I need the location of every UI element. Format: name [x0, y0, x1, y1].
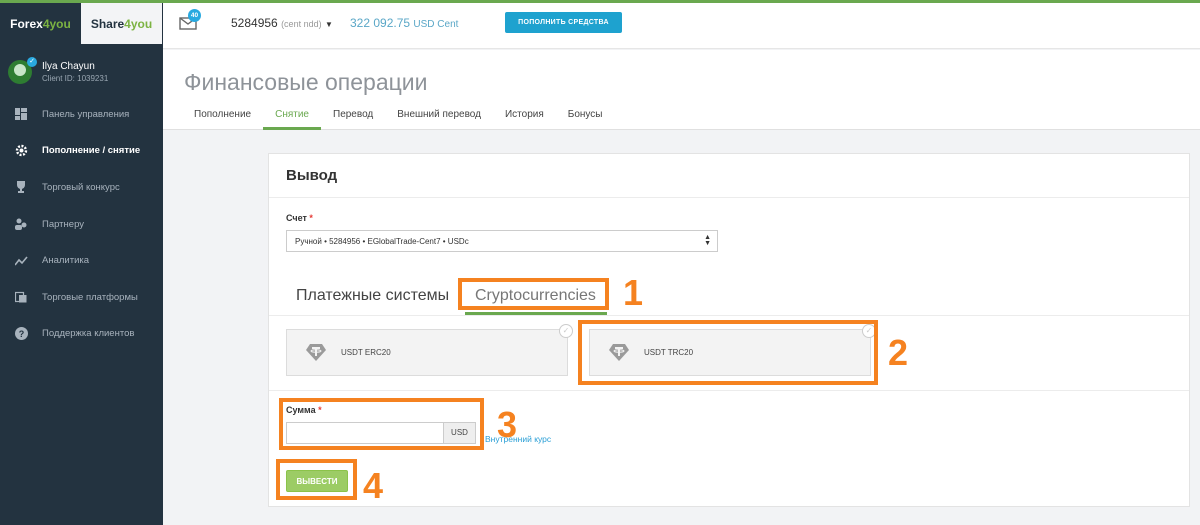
method-label: USDT ERC20 [341, 348, 391, 357]
sidebar-item-label: Партнеру [42, 218, 84, 230]
topbar: 40 5284956 (cent ndd) ▼ 322 092.75 USD C… [163, 3, 1200, 49]
tether-icon [306, 344, 326, 361]
sidebar-nav: Панель управления Пополнение / снятие То… [0, 96, 163, 352]
balance: 322 092.75 USD Cent [350, 16, 458, 30]
tab-deposit[interactable]: Пополнение [182, 102, 263, 130]
account-field-label: Счет * [286, 213, 313, 223]
tab-withdraw[interactable]: Снятие [263, 102, 321, 130]
page-title: Финансовые операции [184, 69, 428, 95]
sidebar-item-deposit-withdraw[interactable]: Пополнение / снятие [0, 133, 163, 170]
deposit-button[interactable]: ПОПОЛНИТЬ СРЕДСТВА [505, 12, 622, 33]
dashboard-icon [14, 107, 28, 121]
annotation-number-2: 2 [888, 332, 909, 373]
sidebar-item-label: Торговые платформы [42, 291, 138, 303]
mail-count-badge: 40 [188, 9, 201, 22]
annotation-number-3: 3 [497, 404, 518, 445]
sidebar-item-contest[interactable]: Торговый конкурс [0, 169, 163, 206]
sidebar: Forex 4you Share 4you ✓ Ilya Chayun Client… [0, 3, 163, 525]
sidebar-item-label: Поддержка клиентов [42, 328, 135, 340]
partner-icon [14, 217, 28, 231]
sidebar-item-label: Пополнение / снятие [42, 145, 141, 157]
divider [269, 315, 1189, 316]
gear-icon [14, 144, 28, 158]
annotation-box-1 [458, 278, 609, 310]
annotation-box-3 [279, 398, 484, 450]
user-name: Ilya Chayun [42, 61, 95, 72]
user-panel: ✓ Ilya Chayun Client ID: 1039231 [0, 44, 163, 92]
sidebar-item-dashboard[interactable]: Панель управления [0, 96, 163, 133]
sidebar-item-label: Торговый конкурс [42, 181, 120, 193]
sidebar-item-label: Панель управления [42, 108, 130, 120]
divider [269, 197, 1189, 198]
client-id: Client ID: 1039231 [42, 74, 109, 83]
account-select-value: Ручной • 5284956 • EGlobalTrade-Cent7 • … [295, 237, 469, 246]
sidebar-item-label: Аналитика [42, 255, 90, 267]
check-icon: ✓ [559, 324, 573, 338]
divider [269, 390, 1189, 391]
platforms-icon [14, 290, 28, 304]
tab-bonuses[interactable]: Бонусы [556, 102, 615, 130]
account-select[interactable]: Ручной • 5284956 • EGlobalTrade-Cent7 • … [286, 230, 718, 252]
tab-payment-systems[interactable]: Платежные системы [296, 287, 449, 305]
required-mark: * [309, 213, 313, 223]
annotation-box-2 [578, 320, 878, 385]
select-arrows-icon: ▲ ▼ [704, 234, 711, 247]
page-tabs: Пополнение Снятие Перевод Внешний перево… [182, 102, 615, 130]
internal-rate-link[interactable]: Внутренний курс [485, 434, 551, 444]
account-type: (cent ndd) [281, 19, 322, 29]
forex4you-logo[interactable]: Forex 4you [0, 3, 81, 44]
tab-external-transfer[interactable]: Внешний перевод [385, 102, 493, 130]
share4you-logo[interactable]: Share 4you [81, 3, 162, 44]
method-usdt-erc20[interactable]: USDT ERC20 ✓ [286, 324, 573, 376]
balance-currency: USD Cent [413, 19, 459, 30]
trophy-icon [14, 180, 28, 194]
help-icon: ? [14, 327, 28, 341]
card-title: Вывод [286, 167, 338, 184]
tab-transfer[interactable]: Перевод [321, 102, 385, 130]
caret-down-icon: ▼ [324, 20, 333, 29]
sidebar-item-partner[interactable]: Партнеру [0, 206, 163, 243]
sidebar-item-platforms[interactable]: Торговые платформы [0, 279, 163, 316]
brand-switcher: Forex 4you Share 4you [0, 3, 163, 44]
verified-icon: ✓ [27, 57, 37, 67]
account-selector[interactable]: 5284956 (cent ndd) ▼ [231, 16, 333, 30]
page-header: Финансовые операции Пополнение Снятие Пе… [163, 50, 1200, 130]
annotation-box-4 [276, 459, 357, 500]
chart-line-icon [14, 254, 28, 268]
tab-history[interactable]: История [493, 102, 556, 130]
account-number: 5284956 [231, 16, 278, 30]
sidebar-item-support[interactable]: ? Поддержка клиентов [0, 316, 163, 353]
annotation-number-4: 4 [363, 465, 384, 506]
annotation-number-1: 1 [623, 272, 644, 313]
svg-text:?: ? [18, 329, 24, 339]
balance-amount: 322 092.75 [350, 16, 411, 30]
sidebar-item-analytics[interactable]: Аналитика [0, 242, 163, 279]
